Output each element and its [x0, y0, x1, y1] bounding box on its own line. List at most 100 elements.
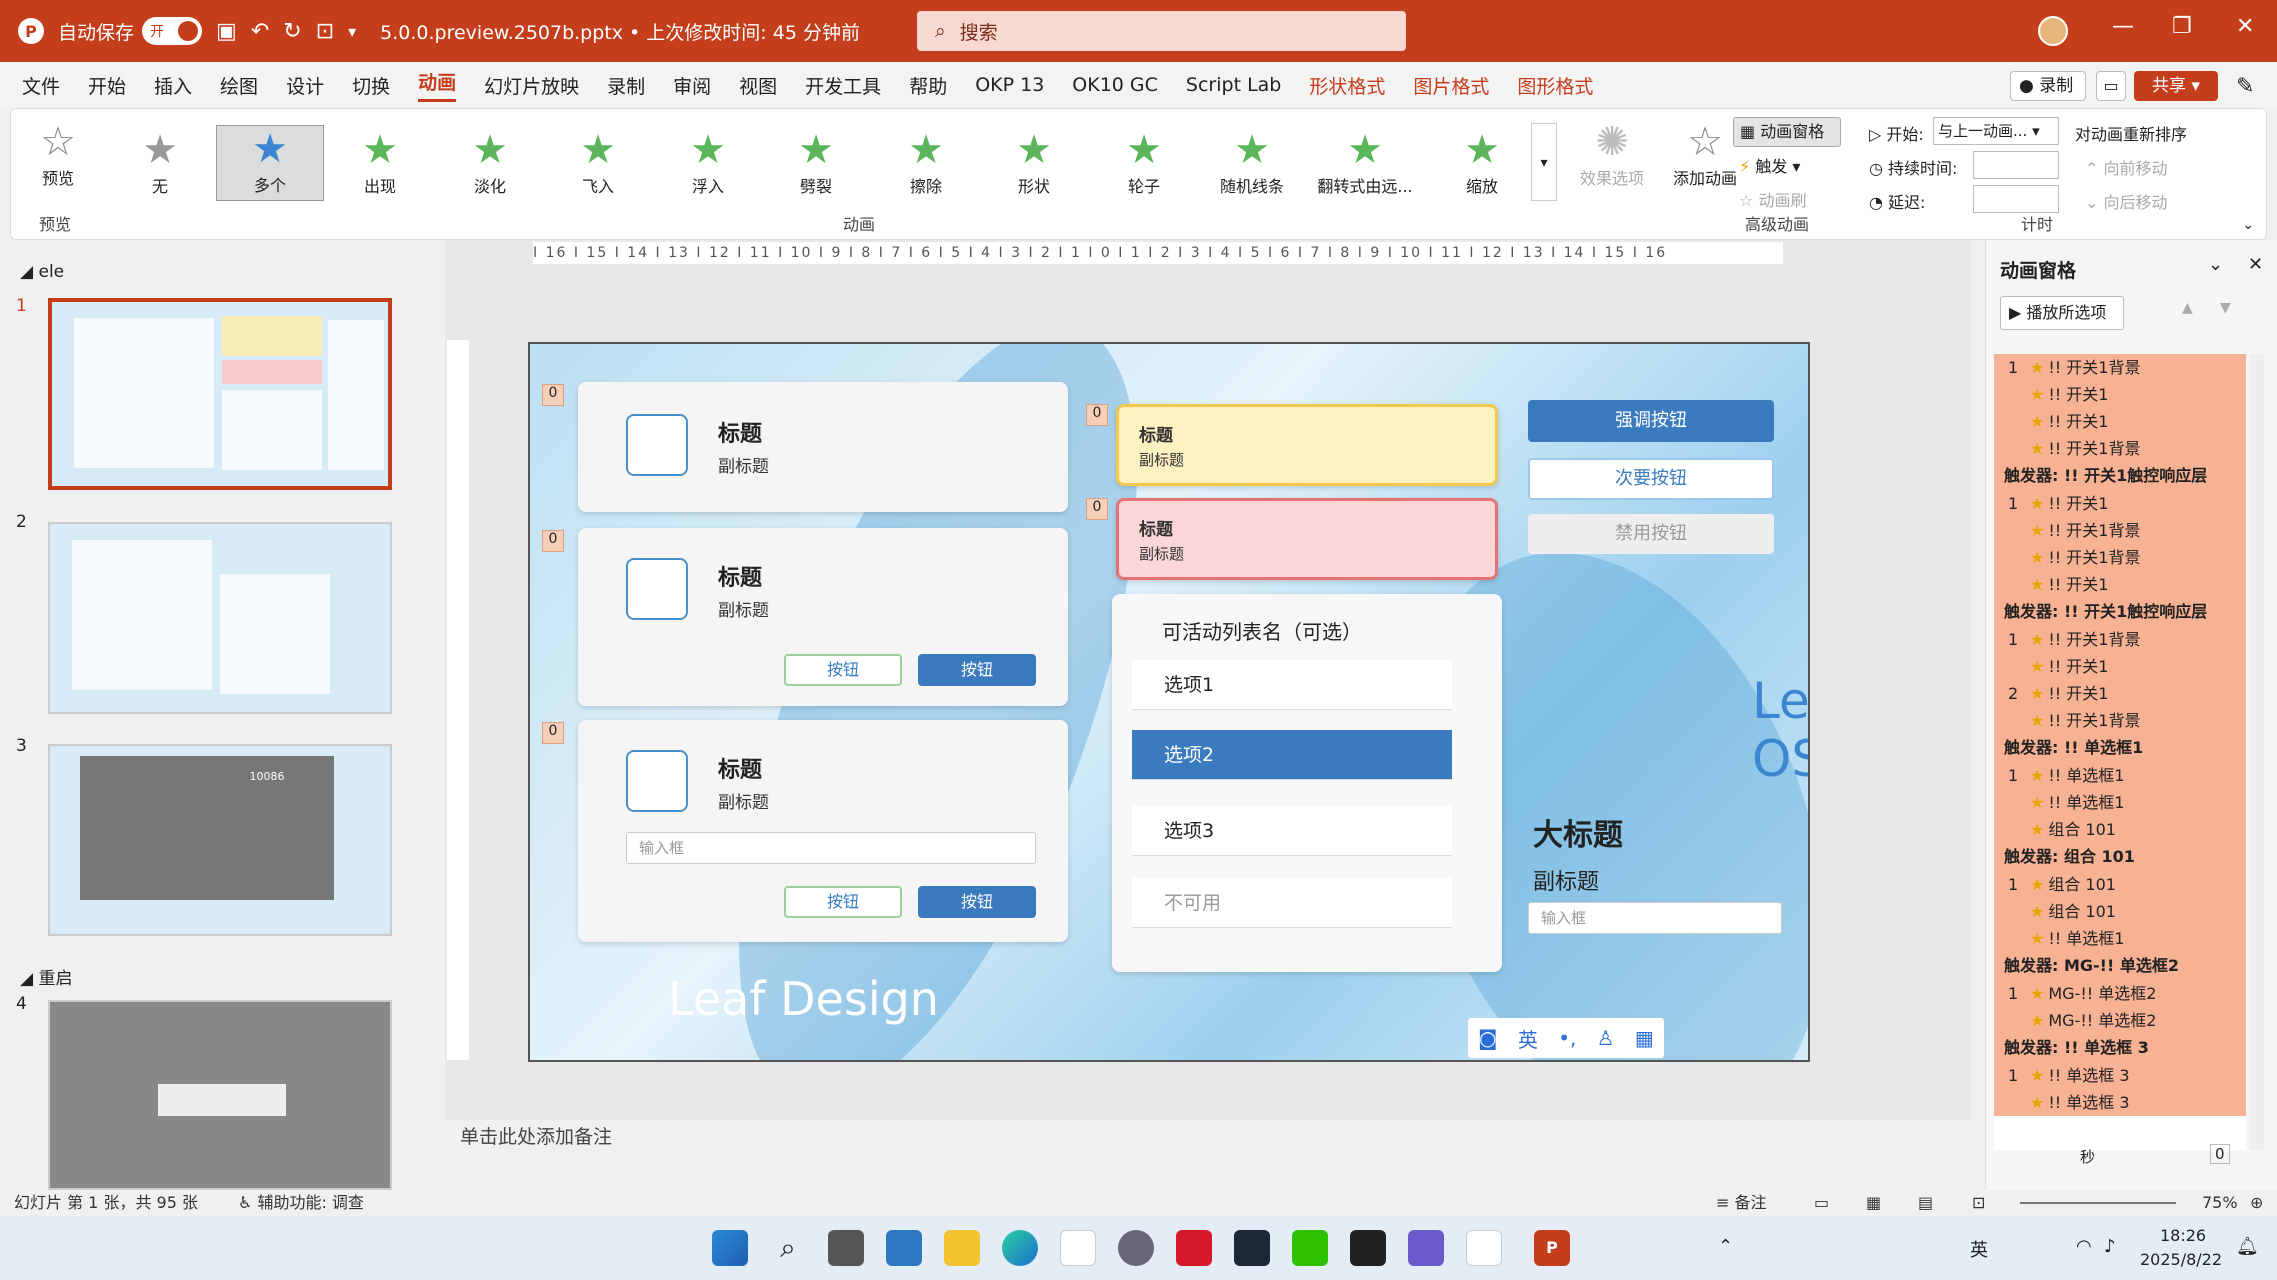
- animation-item[interactable]: ★ MG-!! 单选框2: [1994, 1007, 2246, 1034]
- fit-slide-icon[interactable]: ⊕: [2250, 1190, 2263, 1216]
- tab-animations[interactable]: 动画: [418, 68, 457, 102]
- animation-item[interactable]: ★!! 开关1背景: [1994, 517, 2246, 544]
- slide-thumbnail[interactable]: 10086: [48, 744, 392, 936]
- move-earlier-button[interactable]: ⌃ 向前移动: [2085, 155, 2168, 179]
- edge-icon[interactable]: [1002, 1230, 1038, 1266]
- start-select[interactable]: 与上一动画... ▾: [1933, 117, 2059, 145]
- effect-grow-turn[interactable]: ★ 翻转式由远...: [1306, 127, 1424, 197]
- notes-area[interactable]: [445, 1110, 1970, 1120]
- record-button[interactable]: ● 录制: [2010, 71, 2086, 101]
- tab-okp[interactable]: OKP 13: [975, 74, 1044, 96]
- effect-appear[interactable]: ★ 出现: [326, 127, 434, 197]
- tab-transitions[interactable]: 切换: [352, 72, 390, 99]
- zoom-slider[interactable]: [2020, 1202, 2176, 1204]
- animation-item[interactable]: 1 ★ 组合 101: [1994, 871, 2246, 898]
- save-icon[interactable]: ▣: [216, 19, 237, 44]
- move-up-icon[interactable]: ▲: [2182, 300, 2193, 316]
- qq-icon[interactable]: [1466, 1230, 1502, 1266]
- trigger-header[interactable]: 触发器: !! 单选框1: [1994, 734, 2246, 762]
- tab-picture-format[interactable]: 图片格式: [1413, 72, 1489, 99]
- effect-none[interactable]: ★ 无: [106, 127, 214, 197]
- search-icon[interactable]: ⌕: [770, 1230, 806, 1266]
- animation-pane-button[interactable]: ▦ 动画窗格: [1733, 117, 1841, 147]
- tray-chevron-icon[interactable]: ⌃: [1718, 1236, 1733, 1257]
- section-header[interactable]: ◢ 重启: [20, 964, 72, 989]
- reading-view-icon[interactable]: ▤: [1918, 1190, 1933, 1216]
- search-box[interactable]: ⌕ 搜索: [917, 11, 1406, 51]
- undo-icon[interactable]: ↶: [251, 19, 269, 44]
- effect-split[interactable]: ★ 劈裂: [762, 127, 870, 197]
- trigger-header[interactable]: 触发器: MG-!! 单选框2: [1994, 952, 2246, 980]
- animation-item[interactable]: ★!! 开关1: [1994, 653, 2246, 680]
- trigger-header[interactable]: 触发器: !! 开关1触控响应层: [1994, 462, 2246, 490]
- animation-item[interactable]: 1 ★!! 开关1背景: [1994, 354, 2246, 381]
- animation-item[interactable]: ★!! 开关1背景: [1994, 707, 2246, 734]
- slide-thumbnail[interactable]: [48, 298, 392, 490]
- settings-icon[interactable]: [1118, 1230, 1154, 1266]
- delay-input[interactable]: [1973, 185, 2059, 213]
- animation-item[interactable]: ★!! 单选框1: [1994, 925, 2246, 952]
- effect-wipe[interactable]: ★ 擦除: [872, 127, 980, 197]
- animation-item[interactable]: 2 ★!! 开关1: [1994, 680, 2246, 707]
- effect-fly-in[interactable]: ★ 飞入: [544, 127, 652, 197]
- start-icon[interactable]: [712, 1230, 748, 1266]
- store-icon[interactable]: [1060, 1230, 1096, 1266]
- tab-review[interactable]: 审阅: [673, 72, 711, 99]
- trigger-header[interactable]: 触发器: 组合 101: [1994, 843, 2246, 871]
- avatar[interactable]: [2038, 16, 2068, 46]
- terminal-icon[interactable]: [1350, 1230, 1386, 1266]
- wechat-icon[interactable]: [1292, 1230, 1328, 1266]
- slide-thumbnail[interactable]: [48, 522, 392, 714]
- effect-zoom[interactable]: ★ 缩放: [1428, 127, 1536, 197]
- wifi-icon[interactable]: ◠: [2076, 1236, 2092, 1257]
- photos-icon[interactable]: [886, 1230, 922, 1266]
- chevron-down-icon[interactable]: ⌄: [2208, 254, 2223, 275]
- minimize-icon[interactable]: —: [2112, 14, 2134, 39]
- animation-item[interactable]: ★!! 开关1背景: [1994, 435, 2246, 462]
- collapse-ribbon-icon[interactable]: ⌄: [2242, 217, 2254, 233]
- notification-icon[interactable]: 🔔︎: [2236, 1236, 2259, 1257]
- animation-item[interactable]: ★!! 开关1: [1994, 381, 2246, 408]
- effect-multiple[interactable]: ★ 多个: [216, 125, 324, 201]
- tab-ok10[interactable]: OK10 GC: [1072, 74, 1158, 96]
- comments-icon[interactable]: ▭: [2096, 71, 2126, 101]
- gallery-more-icon[interactable]: ▾: [1531, 123, 1557, 201]
- normal-view-icon[interactable]: ▭: [1814, 1190, 1829, 1216]
- animation-item[interactable]: ★!! 开关1: [1994, 408, 2246, 435]
- app-icon[interactable]: [1176, 1230, 1212, 1266]
- volume-icon[interactable]: ♪: [2104, 1236, 2116, 1257]
- scrollbar[interactable]: [2250, 354, 2264, 1150]
- animation-item[interactable]: ★!! 单选框1: [1994, 789, 2246, 816]
- effect-shape[interactable]: ★ 形状: [980, 127, 1088, 197]
- effect-options-button[interactable]: ✺ 效果选项: [1567, 119, 1657, 189]
- tab-shape-format[interactable]: 形状格式: [1309, 72, 1385, 99]
- task-view-icon[interactable]: [828, 1230, 864, 1266]
- duration-input[interactable]: [1973, 151, 2059, 179]
- notes-toggle[interactable]: ≡ 备注: [1716, 1190, 1767, 1216]
- zoom-level[interactable]: 75%: [2202, 1190, 2238, 1216]
- file-explorer-icon[interactable]: [944, 1230, 980, 1266]
- ime-lang[interactable]: 英: [1970, 1236, 1988, 1262]
- customize-qat-icon[interactable]: ▾: [348, 22, 356, 41]
- preview-button[interactable]: ☆ 预览: [13, 119, 103, 189]
- share-button[interactable]: 共享 ▾: [2134, 71, 2218, 101]
- slide-thumbnail[interactable]: [48, 1000, 392, 1190]
- animation-item[interactable]: ★!! 开关1背景: [1994, 544, 2246, 571]
- animation-item[interactable]: ★ 组合 101: [1994, 898, 2246, 925]
- tab-slideshow[interactable]: 幻灯片放映: [484, 72, 579, 99]
- autosave-toggle[interactable]: 开: [142, 17, 203, 45]
- slideshow-view-icon[interactable]: ⊡: [1972, 1190, 1985, 1216]
- trigger-button[interactable]: ⚡ 触发 ▾: [1739, 153, 1800, 177]
- slide-canvas[interactable]: 标题 副标题 标题 副标题 按钮 按钮 标题 副标题 输入框 按钮 按钮 标题 …: [528, 342, 1810, 1062]
- copilot-icon[interactable]: ✎: [2236, 74, 2254, 99]
- animation-item[interactable]: ★ 组合 101: [1994, 816, 2246, 843]
- tab-file[interactable]: 文件: [22, 72, 60, 99]
- tab-help[interactable]: 帮助: [909, 72, 947, 99]
- tab-insert[interactable]: 插入: [154, 72, 192, 99]
- clock-time[interactable]: 18:26: [2160, 1226, 2206, 1245]
- effect-fade[interactable]: ★ 淡化: [436, 127, 544, 197]
- tab-record[interactable]: 录制: [607, 72, 645, 99]
- accessibility-status[interactable]: ♿ 辅助功能: 调查: [238, 1190, 364, 1216]
- redo-icon[interactable]: ↻: [283, 19, 301, 44]
- play-selected-button[interactable]: ▶ 播放所选项: [2000, 296, 2124, 330]
